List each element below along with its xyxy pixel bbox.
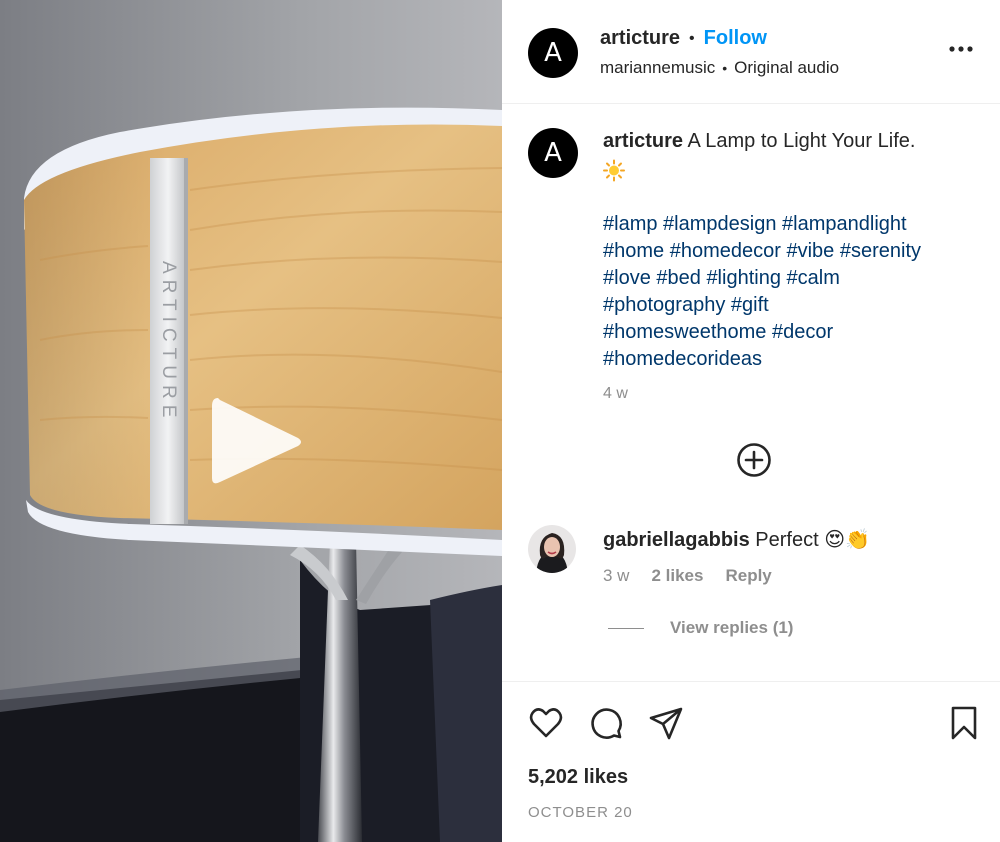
brand-strip: ARTICTURE	[150, 160, 186, 524]
hashtag-line: #love #bed #lighting #calm	[603, 265, 983, 292]
likes-count[interactable]: 5,202 likes	[528, 766, 628, 789]
hashtag-link[interactable]: #vibe	[786, 240, 834, 262]
comment-likes[interactable]: 2 likes	[651, 566, 703, 586]
separator-dot: •	[689, 29, 695, 47]
commenter-username[interactable]: gabriellagabbis	[603, 529, 750, 551]
separator-dot: •	[722, 60, 728, 76]
play-icon[interactable]	[206, 392, 306, 492]
more-options-icon[interactable]	[948, 36, 974, 62]
author-avatar[interactable]: A	[528, 28, 578, 78]
hashtag-link[interactable]: #lampdesign	[663, 213, 776, 235]
comment-time: 3 w	[603, 566, 630, 585]
caption-body: articture A Lamp to Light Your Life. #la…	[603, 128, 983, 407]
commenter-avatar[interactable]	[528, 525, 576, 573]
view-replies-label: View replies (1)	[670, 618, 794, 637]
comment-text: Perfect	[755, 529, 819, 551]
commenter-photo	[528, 525, 576, 573]
hashtag-link[interactable]: #calm	[787, 267, 840, 289]
hashtag-list: #lamp #lampdesign #lampandlight #home #ho…	[603, 211, 983, 373]
comment-meta: 3 w 2 likes Reply	[603, 566, 772, 586]
hashtag-link[interactable]: #homedecorideas	[603, 348, 762, 370]
audio-line: mariannemusic • Original audio	[600, 58, 839, 78]
hashtag-link[interactable]: #homedecor	[670, 240, 781, 262]
audio-label[interactable]: Original audio	[734, 58, 839, 78]
author-username[interactable]: articture	[600, 27, 680, 50]
comment-body: gabriellagabbis Perfect 😍👏	[603, 527, 870, 552]
hashtag-link[interactable]: #love	[603, 267, 651, 289]
bookmark-icon[interactable]	[946, 705, 982, 741]
comment-emojis: 😍👏	[824, 529, 870, 551]
post-date: OCTOBER 20	[528, 804, 633, 821]
hashtag-link[interactable]: #serenity	[840, 240, 921, 262]
hashtag-link[interactable]: #gift	[731, 294, 769, 316]
hashtag-line: #homedecorideas	[603, 346, 983, 373]
post-side-panel: A articture • Follow mariannemusic • Ori…	[502, 0, 1000, 842]
hashtag-link[interactable]: #lighting	[706, 267, 781, 289]
post-media[interactable]: ARTICTURE	[0, 0, 502, 842]
hashtag-line: #lamp #lampdesign #lampandlight	[603, 211, 983, 238]
caption-avatar[interactable]: A	[528, 128, 578, 178]
share-icon[interactable]	[648, 705, 684, 741]
caption-text: A Lamp to Light Your Life.	[687, 130, 916, 152]
replies-divider	[608, 627, 644, 629]
view-replies-button[interactable]: View replies (1)	[608, 618, 793, 638]
author-line: articture • Follow	[600, 27, 767, 50]
caption-time: 4 w	[603, 385, 628, 402]
hashtag-link[interactable]: #photography	[603, 294, 725, 316]
comment-icon[interactable]	[588, 705, 624, 741]
hashtag-line: #home #homedecor #vibe #serenity	[603, 238, 983, 265]
heart-icon[interactable]	[528, 705, 564, 741]
reply-button[interactable]: Reply	[725, 566, 771, 586]
hashtag-link[interactable]: #lamp	[603, 213, 657, 235]
sun-icon	[603, 159, 625, 182]
follow-button[interactable]: Follow	[704, 27, 767, 50]
add-comment-icon[interactable]	[736, 442, 772, 478]
hashtag-link[interactable]: #home	[603, 240, 664, 262]
post-header: A articture • Follow mariannemusic • Ori…	[502, 0, 1000, 104]
action-bar: 5,202 likes OCTOBER 20	[502, 681, 1000, 842]
hashtag-link[interactable]: #lampandlight	[782, 213, 907, 235]
hashtag-line: #homesweethome #decor	[603, 319, 983, 346]
caption-username[interactable]: articture	[603, 130, 683, 152]
hashtag-link[interactable]: #bed	[656, 267, 701, 289]
hashtag-link[interactable]: #decor	[772, 321, 833, 343]
brand-text: ARTICTURE	[158, 260, 179, 424]
hashtag-link[interactable]: #homesweethome	[603, 321, 766, 343]
hashtag-line: #photography #gift	[603, 292, 983, 319]
audio-artist[interactable]: mariannemusic	[600, 58, 715, 78]
